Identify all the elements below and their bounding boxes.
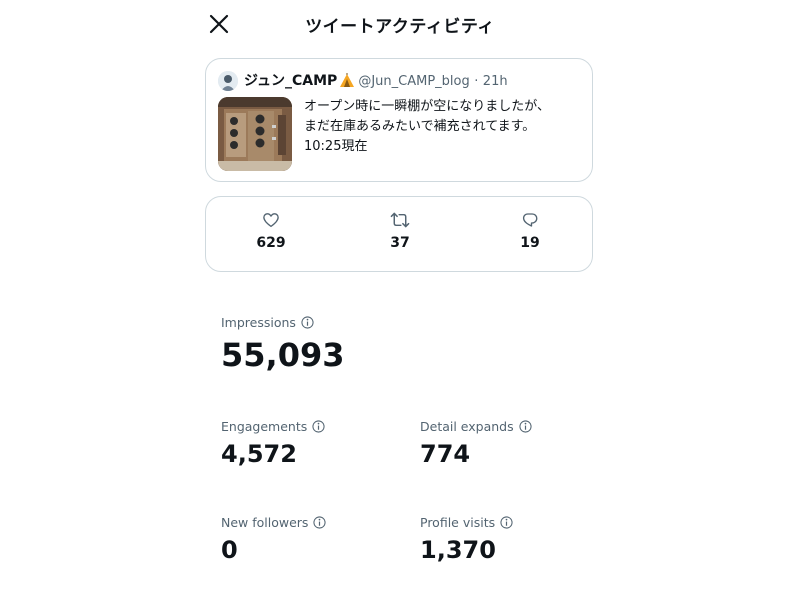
replies-count: 19	[520, 235, 540, 251]
info-icon[interactable]	[313, 516, 327, 533]
heart-icon	[263, 213, 279, 228]
likes-count: 629	[256, 235, 286, 251]
replies-stat[interactable]: 19	[490, 211, 570, 251]
separator-dot: ·	[474, 74, 479, 89]
impressions-metric: Impressions 55,093	[221, 315, 344, 375]
tweet-text-line: 10:25現在	[304, 139, 368, 154]
detail-expands-metric: Detail expands 774	[420, 419, 532, 469]
info-icon[interactable]	[500, 516, 513, 533]
author-row: ジュン_CAMP @Jun_CAMP_blog · 21h	[244, 71, 508, 91]
profile-visits-metric: Profile visits 1,370	[420, 515, 513, 565]
author-name[interactable]: ジュン_CAMP	[244, 73, 337, 89]
avatar[interactable]	[218, 71, 238, 91]
retweets-count: 37	[390, 235, 410, 251]
tweet-text: オープン時に一瞬棚が空になりましたが、 まだ在庫あるみたいで補充されてます。 1…	[304, 97, 584, 157]
retweet-icon	[390, 212, 410, 228]
tweet-media-thumbnail[interactable]	[218, 97, 292, 171]
tent-icon	[339, 73, 355, 94]
detail-expands-label: Detail expands	[420, 419, 514, 434]
engagements-label: Engagements	[221, 419, 308, 434]
retweets-stat[interactable]: 37	[360, 211, 440, 251]
tweet-card[interactable]: ジュン_CAMP @Jun_CAMP_blog · 21h オープン時に一瞬棚が空…	[205, 58, 593, 182]
new-followers-metric: New followers 0	[221, 515, 327, 565]
likes-stat[interactable]: 629	[231, 211, 311, 251]
new-followers-label: New followers	[221, 515, 309, 530]
info-icon[interactable]	[519, 420, 532, 437]
profile-visits-label: Profile visits	[420, 515, 496, 530]
author-handle: @Jun_CAMP_blog	[358, 74, 470, 89]
impressions-label: Impressions	[221, 315, 296, 330]
page-title: ツイートアクティビティ	[305, 17, 495, 37]
header: ツイートアクティビティ	[0, 0, 800, 48]
new-followers-value: 0	[221, 536, 238, 564]
detail-expands-value: 774	[420, 440, 471, 468]
engagement-stats-card: 629 37 19	[205, 196, 593, 272]
engagements-metric: Engagements 4,572	[221, 419, 325, 469]
info-icon[interactable]	[312, 420, 325, 437]
impressions-value: 55,093	[221, 336, 345, 374]
info-icon[interactable]	[301, 316, 314, 333]
engagements-value: 4,572	[221, 440, 297, 468]
tweet-time: 21h	[482, 74, 508, 89]
tweet-text-line: オープン時に一瞬棚が空になりましたが、	[304, 99, 550, 114]
tweet-text-line: まだ在庫あるみたいで補充されてます。	[304, 119, 536, 134]
reply-icon	[522, 213, 538, 227]
profile-visits-value: 1,370	[420, 536, 496, 564]
